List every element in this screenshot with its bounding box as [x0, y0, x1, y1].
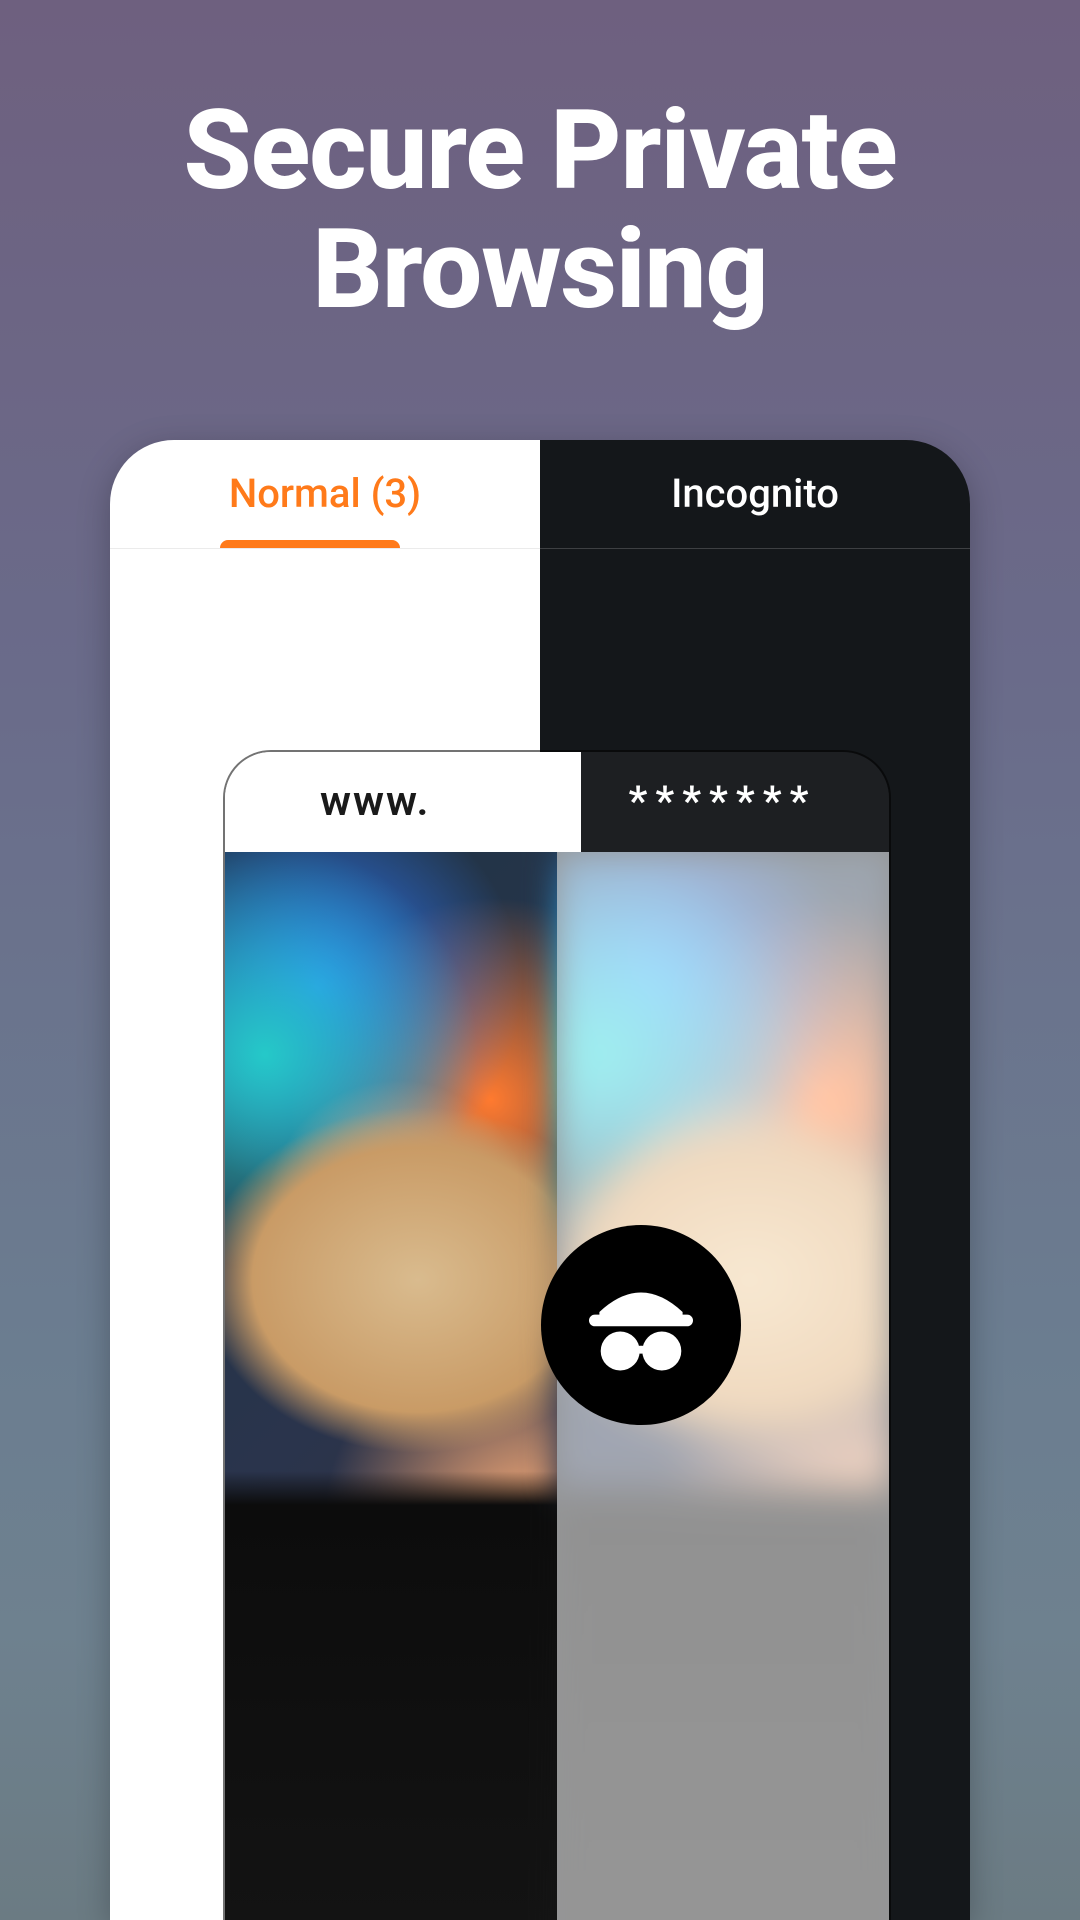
tabs-divider-left [110, 548, 540, 550]
tab-incognito-label: Incognito [671, 470, 839, 517]
browser-card-header: www. ******* [225, 752, 889, 852]
incognito-icon [541, 1225, 741, 1425]
tab-normal-label: Normal (3) [229, 470, 421, 517]
url-normal[interactable]: www. [225, 752, 581, 852]
url-incognito[interactable]: ******* [581, 752, 890, 852]
headline-line-2: Browsing [183, 211, 896, 330]
browser-card-content [225, 852, 889, 1920]
page-headline: Secure Private Browsing [183, 92, 896, 330]
headline-line-1: Secure Private [183, 92, 896, 211]
tab-normal-underline [220, 540, 400, 548]
tabs-divider-right [540, 548, 970, 550]
photo-placeholder-normal [225, 852, 557, 1920]
tab-incognito[interactable]: Incognito [540, 440, 970, 548]
tab-normal[interactable]: Normal (3) [110, 440, 540, 548]
phone-mockup: Normal (3) Incognito www. ******* [110, 440, 970, 1920]
browser-card: www. ******* [223, 750, 891, 1920]
incognito-icon-svg [576, 1260, 706, 1390]
photo-normal-half [225, 852, 557, 1920]
tabs-bar: Normal (3) Incognito [110, 440, 970, 548]
